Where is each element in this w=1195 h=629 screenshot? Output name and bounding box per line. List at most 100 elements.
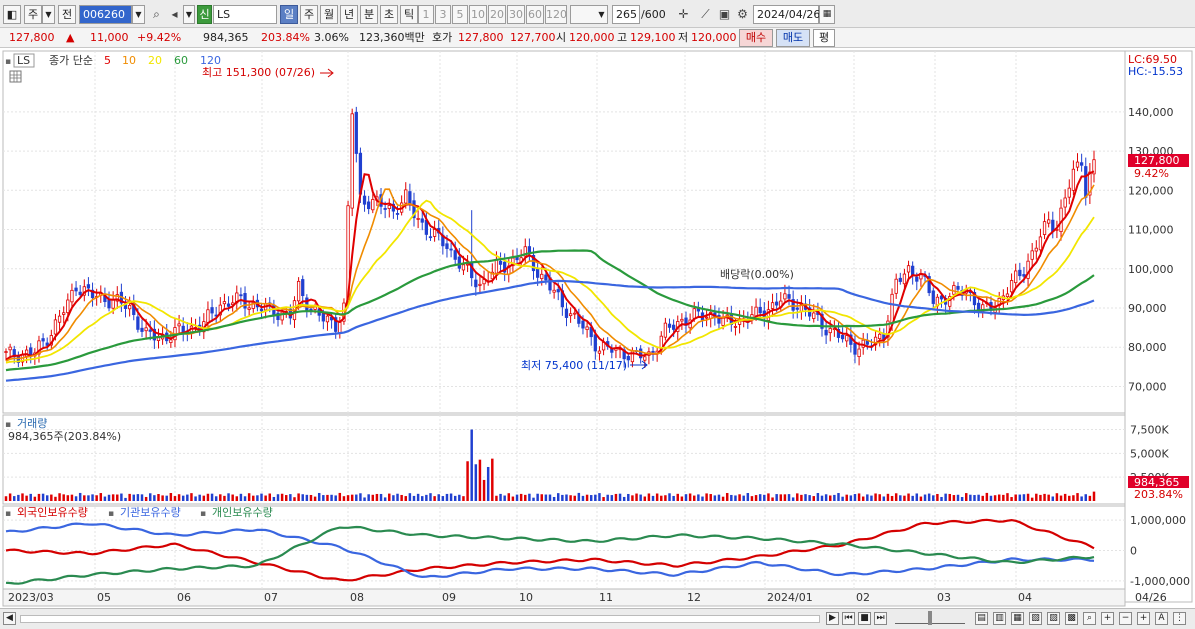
volume-bar — [1002, 494, 1005, 501]
turnover-rate: 3.06% — [314, 31, 349, 44]
interval-button[interactable]: 1 — [418, 5, 434, 24]
chart-scroll-bar[interactable]: ◀ ▶ ⏮ ■ ⏭ ▤ ▥ ▦ ▧ ▨ ▩ ⌕ + − + A ⋮ — [0, 608, 1195, 629]
interval-button[interactable]: 60 — [526, 5, 544, 24]
y-tick-label: 70,000 — [1128, 380, 1167, 393]
candle-body — [387, 205, 391, 209]
zoom-in-icon[interactable]: + — [1101, 612, 1114, 625]
candle-body — [840, 334, 845, 340]
chart-type-button[interactable]: 주 — [24, 5, 42, 24]
interval-button[interactable]: 3 — [435, 5, 451, 24]
period-button[interactable]: 틱 — [400, 5, 418, 24]
candle-body — [177, 323, 181, 327]
layout-icon-5[interactable]: ▨ — [1047, 612, 1060, 625]
volume-bar — [643, 496, 647, 501]
crosshair-icon[interactable]: ✛ — [675, 6, 692, 23]
volume-bar — [305, 494, 309, 501]
candle-body — [453, 250, 457, 260]
volume-bar — [13, 496, 16, 501]
volume-bar — [441, 496, 445, 501]
layout-icon-1[interactable]: ▤ — [975, 612, 988, 625]
current-price: 127,800 — [9, 31, 55, 44]
line-tool-icon[interactable]: ⟋ — [697, 6, 714, 23]
volume-bar — [194, 496, 197, 501]
table-icon[interactable] — [9, 70, 22, 83]
candle-body — [494, 259, 499, 274]
period-button[interactable]: 일 — [280, 5, 298, 24]
speaker-dropdown-icon[interactable]: ▼ — [183, 5, 195, 24]
candle-body — [107, 299, 111, 309]
volume-bar — [1055, 493, 1059, 501]
volume-bar — [820, 495, 824, 501]
volume-bar — [660, 495, 663, 501]
volume-bar — [198, 494, 201, 501]
scroll-track[interactable] — [20, 615, 820, 623]
period-button[interactable]: 주 — [300, 5, 318, 24]
interval-button[interactable]: 20 — [488, 5, 506, 24]
scroll-left-icon[interactable]: ◀ — [3, 612, 16, 625]
eval-button[interactable]: 평 — [813, 29, 835, 47]
stock-chart[interactable]: 2,500K5,000K7,500K -1,000,00001,000,000 … — [0, 48, 1195, 608]
interval-button[interactable]: 10 — [469, 5, 487, 24]
layout-icon-6[interactable]: ▩ — [1065, 612, 1078, 625]
font-size-icon[interactable]: A — [1155, 612, 1168, 625]
period-button[interactable]: 년 — [340, 5, 358, 24]
ma-legend-item: 60 — [174, 54, 188, 67]
save-icon[interactable]: ▣ — [716, 6, 733, 23]
stop-icon[interactable]: ■ — [858, 612, 871, 625]
period-button[interactable]: 초 — [380, 5, 398, 24]
gear-icon[interactable]: ⚙ — [734, 6, 751, 23]
volume-panel — [2, 414, 1126, 505]
layout-icon-3[interactable]: ▦ — [1011, 612, 1024, 625]
x-tick-label: 04/26 — [1135, 591, 1167, 604]
stock-code-input[interactable]: 006260 — [79, 5, 132, 24]
last-page-icon[interactable]: ⏭ — [874, 612, 887, 625]
volume-bar — [350, 494, 354, 501]
change-value: 11,000 — [90, 31, 129, 44]
first-page-icon[interactable]: ⏮ — [842, 612, 855, 625]
volume-bar — [734, 495, 737, 501]
interval-button[interactable]: 5 — [452, 5, 468, 24]
count-input[interactable]: 265 — [612, 5, 640, 24]
calendar-icon[interactable]: ▦ — [819, 5, 835, 24]
volume-bar — [1068, 495, 1071, 501]
chart-type-dropdown-icon[interactable]: ▼ — [42, 5, 55, 24]
candle-body — [626, 356, 630, 361]
date-input[interactable]: 2024/04/26 — [753, 5, 820, 24]
candle-body — [1005, 293, 1010, 298]
speaker-icon[interactable]: ◂ — [166, 6, 183, 23]
buy-button[interactable]: 매수 — [739, 29, 773, 47]
candle-body — [828, 328, 832, 334]
window-menu-icon[interactable]: ◧ — [3, 5, 21, 24]
more-icon[interactable]: ⋮ — [1173, 612, 1186, 625]
layout-icon-2[interactable]: ▥ — [993, 612, 1006, 625]
period-button[interactable]: 분 — [360, 5, 378, 24]
volume-bar — [845, 494, 848, 501]
volume-bar — [54, 496, 57, 501]
volume-bar — [730, 494, 733, 501]
volume-bar — [416, 493, 420, 501]
scroll-right-icon[interactable]: ▶ — [826, 612, 839, 625]
stock-name-field[interactable]: LS — [213, 5, 277, 24]
search-icon[interactable]: ⌕ — [1083, 612, 1096, 625]
volume-bar — [177, 494, 181, 501]
min-price-annotation: 최저 75,400 (11/17) — [521, 359, 627, 372]
zoom-slider-handle[interactable] — [928, 611, 932, 625]
sell-button[interactable]: 매도 — [776, 29, 810, 47]
volume-bar — [243, 496, 247, 501]
stock-code-dropdown-icon[interactable]: ▼ — [132, 5, 145, 24]
volume-bar — [907, 493, 910, 501]
prev-button[interactable]: 전 — [58, 5, 76, 24]
search-icon[interactable]: ⌕ — [148, 6, 165, 23]
zoom-out-icon[interactable]: − — [1119, 612, 1132, 625]
volume-bar — [231, 494, 234, 501]
volume-bar — [932, 495, 935, 501]
volume-bar — [45, 495, 49, 501]
period-button[interactable]: 월 — [320, 5, 338, 24]
candle-body — [428, 236, 433, 239]
add-icon[interactable]: + — [1137, 612, 1150, 625]
volume-bar — [153, 495, 156, 501]
interval-button[interactable]: 30 — [507, 5, 525, 24]
layout-icon-4[interactable]: ▧ — [1029, 612, 1042, 625]
interval-button[interactable]: 120 — [545, 5, 567, 24]
interval-dropdown-icon[interactable]: ▼ — [596, 5, 608, 24]
